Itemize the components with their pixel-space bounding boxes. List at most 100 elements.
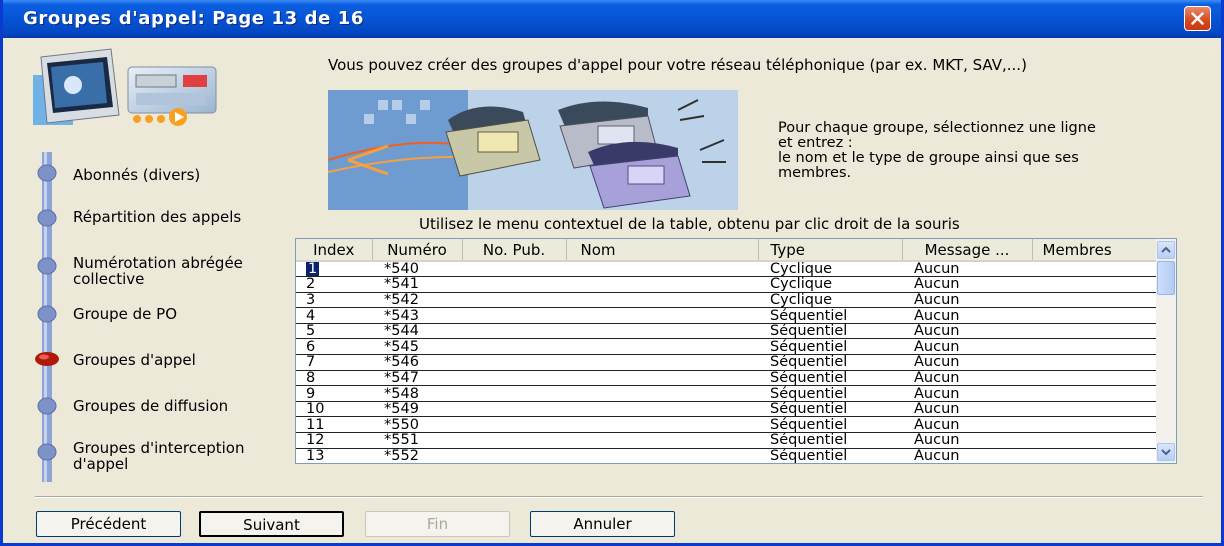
- cell-numero[interactable]: *549: [372, 401, 462, 418]
- next-button[interactable]: Suivant: [199, 511, 344, 537]
- table-row[interactable]: 7 *546 Séquentiel Aucun: [296, 354, 1156, 371]
- table-row[interactable]: 8 *547 Séquentiel Aucun: [296, 370, 1156, 387]
- cell-membres[interactable]: [1032, 448, 1156, 463]
- cell-pub[interactable]: [462, 385, 566, 402]
- cell-type[interactable]: Séquentiel: [758, 338, 902, 356]
- cell-pub[interactable]: [462, 448, 566, 463]
- scroll-down-button[interactable]: [1157, 443, 1175, 461]
- cell-message[interactable]: Aucun: [902, 323, 1032, 340]
- cell-message[interactable]: Aucun: [902, 448, 1032, 463]
- cell-type[interactable]: Séquentiel: [758, 323, 902, 340]
- cell-pub[interactable]: [462, 432, 566, 449]
- table-row[interactable]: 13 *552 Séquentiel Aucun: [296, 448, 1156, 463]
- cell-index[interactable]: 10: [296, 401, 372, 418]
- cell-numero[interactable]: *541: [372, 276, 462, 293]
- cell-type[interactable]: Cyclique: [758, 292, 902, 309]
- cell-membres[interactable]: [1032, 401, 1156, 418]
- table-row[interactable]: 2 *541 Cyclique Aucun: [296, 276, 1156, 293]
- cell-nom[interactable]: [566, 338, 758, 356]
- close-button[interactable]: [1184, 6, 1211, 31]
- cell-type[interactable]: Séquentiel: [758, 307, 902, 324]
- cell-numero[interactable]: *552: [372, 448, 462, 463]
- cell-nom[interactable]: [566, 370, 758, 387]
- cell-index[interactable]: 6: [296, 338, 372, 356]
- cell-index[interactable]: 2: [296, 276, 372, 293]
- cell-membres[interactable]: [1032, 276, 1156, 293]
- table-row[interactable]: 5 *544 Séquentiel Aucun: [296, 323, 1156, 340]
- cell-nom[interactable]: [566, 307, 758, 324]
- table-row[interactable]: 12 *551 Séquentiel Aucun: [296, 432, 1156, 449]
- cell-membres[interactable]: [1032, 370, 1156, 387]
- cell-nom[interactable]: [566, 354, 758, 371]
- cell-type[interactable]: Séquentiel: [758, 385, 902, 402]
- cell-membres[interactable]: [1032, 292, 1156, 309]
- cell-membres[interactable]: [1032, 385, 1156, 402]
- cell-nom[interactable]: [566, 416, 758, 434]
- table-row[interactable]: 6 *545 Séquentiel Aucun: [296, 338, 1156, 356]
- cell-message[interactable]: Aucun: [902, 416, 1032, 434]
- cell-numero[interactable]: *551: [372, 432, 462, 449]
- step-repartition[interactable]: Répartition des appels: [73, 209, 263, 225]
- cell-type[interactable]: Cyclique: [758, 261, 902, 278]
- call-groups-table[interactable]: Index Numéro No. Pub. Nom Type Message .…: [295, 238, 1177, 464]
- cell-message[interactable]: Aucun: [902, 370, 1032, 387]
- cell-type[interactable]: Séquentiel: [758, 370, 902, 387]
- cell-message[interactable]: Aucun: [902, 338, 1032, 356]
- cell-pub[interactable]: [462, 276, 566, 293]
- cell-membres[interactable]: [1032, 432, 1156, 449]
- step-groupe-po[interactable]: Groupe de PO: [73, 306, 177, 322]
- cell-membres[interactable]: [1032, 261, 1156, 278]
- cell-numero[interactable]: *544: [372, 323, 462, 340]
- cell-pub[interactable]: [462, 370, 566, 387]
- table-row[interactable]: 3 *542 Cyclique Aucun: [296, 292, 1156, 309]
- table-row[interactable]: 4 *543 Séquentiel Aucun: [296, 307, 1156, 324]
- table-row[interactable]: 9 *548 Séquentiel Aucun: [296, 385, 1156, 402]
- cell-pub[interactable]: [462, 323, 566, 340]
- cell-message[interactable]: Aucun: [902, 354, 1032, 371]
- cell-nom[interactable]: [566, 276, 758, 293]
- title-bar[interactable]: Groupes d'appel: Page 13 de 16: [3, 0, 1221, 38]
- cell-membres[interactable]: [1032, 323, 1156, 340]
- cell-message[interactable]: Aucun: [902, 385, 1032, 402]
- cell-nom[interactable]: [566, 292, 758, 309]
- cell-nom[interactable]: [566, 261, 758, 278]
- cell-index[interactable]: 13: [296, 448, 372, 463]
- step-abonnes[interactable]: Abonnés (divers): [73, 167, 200, 183]
- cell-numero[interactable]: *543: [372, 307, 462, 324]
- column-header-type[interactable]: Type: [758, 239, 903, 262]
- table-row[interactable]: 11 *550 Séquentiel Aucun: [296, 416, 1156, 434]
- cell-type[interactable]: Séquentiel: [758, 401, 902, 418]
- step-groupes-interception[interactable]: Groupes d'interception d'appel: [73, 440, 273, 472]
- previous-button[interactable]: Précédent: [36, 511, 181, 537]
- cell-nom[interactable]: [566, 385, 758, 402]
- step-numerotation[interactable]: Numérotation abrégée collective: [73, 255, 263, 287]
- cell-pub[interactable]: [462, 401, 566, 418]
- cell-index[interactable]: 4: [296, 307, 372, 324]
- cell-pub[interactable]: [462, 261, 566, 278]
- cell-index[interactable]: 1: [296, 261, 372, 278]
- step-groupes-appel[interactable]: Groupes d'appel: [73, 352, 196, 368]
- cell-numero[interactable]: *550: [372, 416, 462, 434]
- cell-message[interactable]: Aucun: [902, 432, 1032, 449]
- cell-index[interactable]: 3: [296, 292, 372, 309]
- column-header-no-pub[interactable]: No. Pub.: [462, 239, 567, 262]
- cell-index[interactable]: 11: [296, 416, 372, 434]
- cell-index[interactable]: 7: [296, 354, 372, 371]
- cell-type[interactable]: Séquentiel: [758, 354, 902, 371]
- column-header-numero[interactable]: Numéro: [372, 239, 463, 262]
- cell-message[interactable]: Aucun: [902, 261, 1032, 278]
- cell-index[interactable]: 8: [296, 370, 372, 387]
- cell-pub[interactable]: [462, 416, 566, 434]
- table-row[interactable]: 10 *549 Séquentiel Aucun: [296, 401, 1156, 418]
- column-header-membres[interactable]: Membres: [1032, 239, 1157, 262]
- cell-index[interactable]: 12: [296, 432, 372, 449]
- cancel-button[interactable]: Annuler: [530, 511, 675, 537]
- cell-numero[interactable]: *546: [372, 354, 462, 371]
- cell-membres[interactable]: [1032, 416, 1156, 434]
- cell-pub[interactable]: [462, 338, 566, 356]
- cell-type[interactable]: Séquentiel: [758, 416, 902, 434]
- cell-membres[interactable]: [1032, 338, 1156, 356]
- column-header-nom[interactable]: Nom: [566, 239, 759, 262]
- cell-membres[interactable]: [1032, 307, 1156, 324]
- cell-numero[interactable]: *545: [372, 338, 462, 356]
